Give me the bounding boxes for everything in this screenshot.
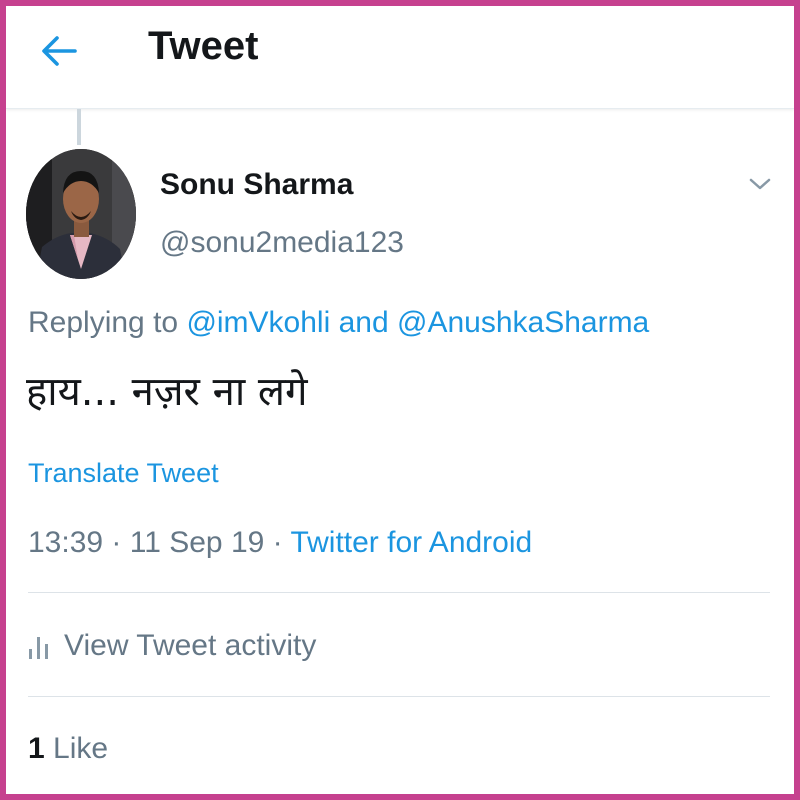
arrow-left-icon [42, 36, 77, 66]
tweet-menu-button[interactable] [746, 172, 774, 196]
divider [28, 592, 770, 593]
avatar-photo [26, 149, 136, 279]
likes-count-button[interactable]: 1 Like [28, 732, 108, 766]
tweet-screen: Tweet Sonu Sharma @sonu2media123 Replyin… [6, 6, 794, 794]
thread-connector-line [77, 109, 81, 145]
divider [28, 696, 770, 697]
meta-separator: · [264, 526, 291, 559]
reply-context-joiner: and [330, 306, 397, 339]
view-tweet-activity-button[interactable]: View Tweet activity [28, 626, 316, 666]
meta-separator: · [103, 526, 130, 559]
view-tweet-activity-label: View Tweet activity [64, 629, 317, 662]
top-bar: Tweet [6, 6, 794, 109]
bar-chart-icon [29, 637, 48, 659]
tweet-source-link[interactable]: Twitter for Android [290, 526, 532, 559]
user-handle[interactable]: @sonu2media123 [160, 226, 404, 260]
likes-label: Like [44, 732, 109, 765]
tweet-time: 13:39 [28, 526, 104, 559]
page-title: Tweet [148, 24, 259, 68]
tweet-date: 11 Sep 19 [129, 526, 265, 559]
tweet-text: हाय... नज़र ना लगे [26, 369, 308, 415]
likes-count: 1 [28, 732, 45, 765]
back-button[interactable] [36, 28, 82, 74]
mention-link-anushkasharma[interactable]: @AnushkaSharma [397, 306, 649, 339]
translate-tweet-link[interactable]: Translate Tweet [28, 458, 219, 489]
reply-context-prefix: Replying to [28, 306, 187, 339]
tweet-metadata: 13:39 · 11 Sep 19 · Twitter for Android [28, 526, 532, 560]
avatar[interactable] [26, 149, 136, 279]
chevron-down-icon [749, 178, 771, 190]
reply-context: Replying to @imVkohli and @AnushkaSharma [28, 306, 649, 340]
mention-link-imvkohli[interactable]: @imVkohli [186, 306, 330, 339]
user-name[interactable]: Sonu Sharma [160, 168, 353, 202]
